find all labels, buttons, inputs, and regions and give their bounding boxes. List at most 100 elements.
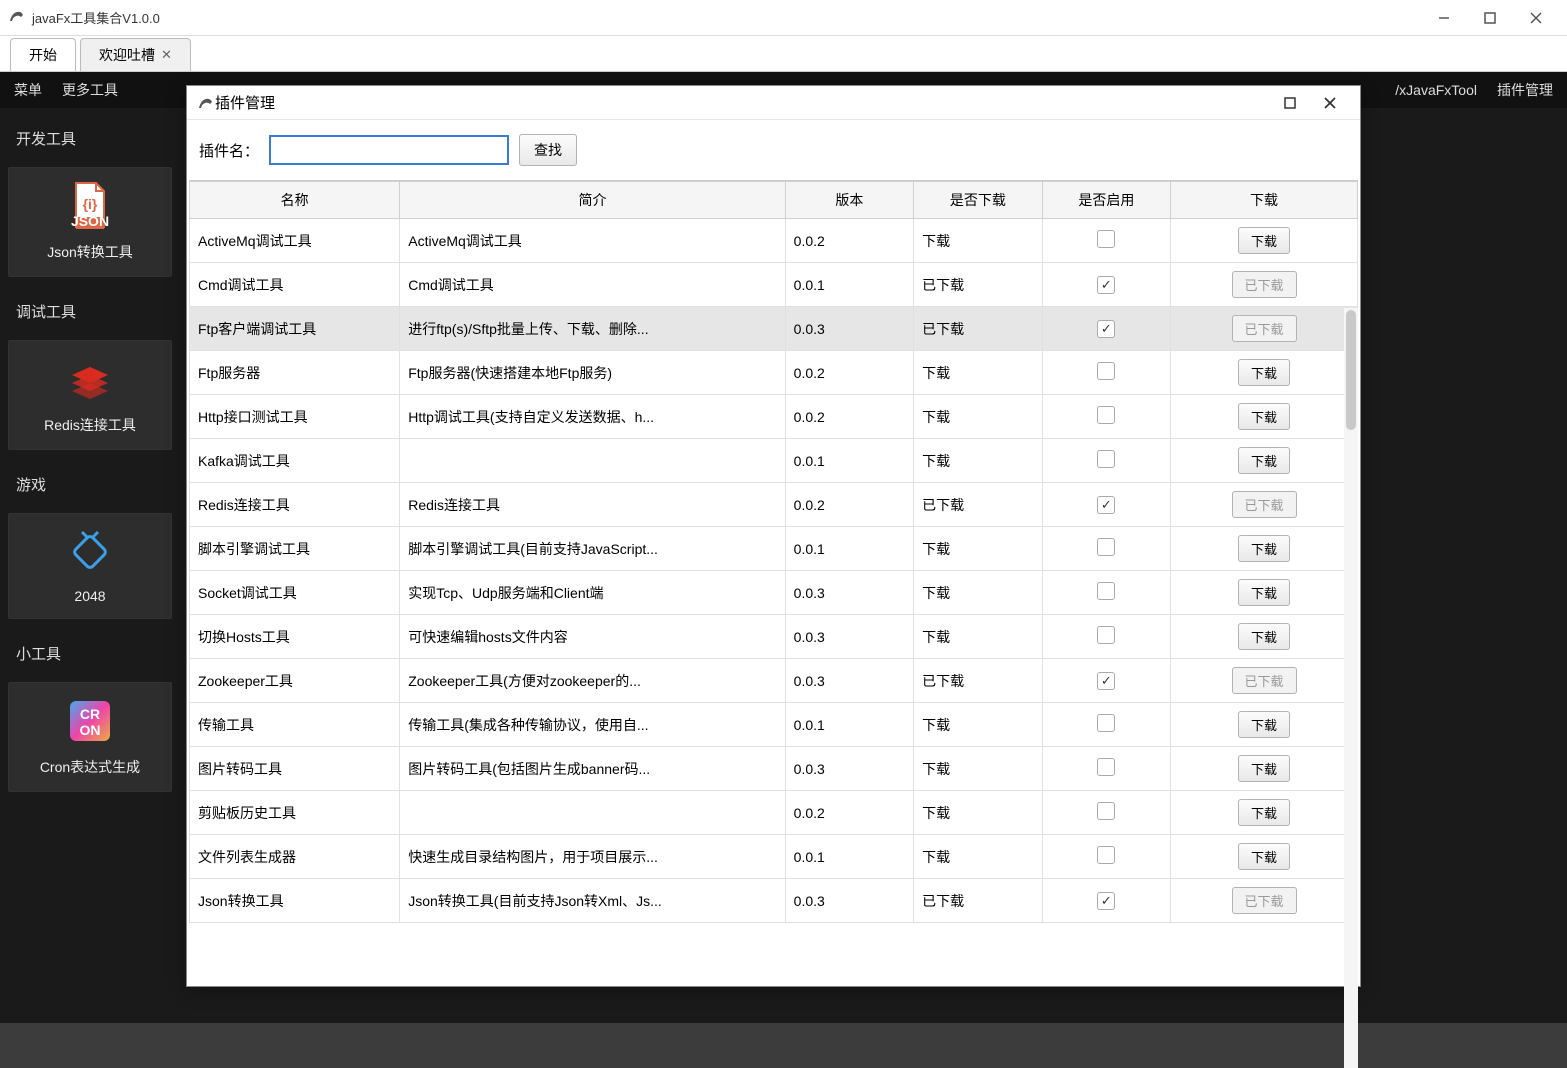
cell-version: 0.0.1	[785, 703, 913, 747]
download-button[interactable]: 下载	[1238, 447, 1290, 474]
table-row[interactable]: Kafka调试工具0.0.1下载下载	[190, 439, 1358, 483]
download-button[interactable]: 下载	[1238, 843, 1290, 870]
sidebar-tile[interactable]: {i}JSONJson转换工具	[8, 167, 172, 277]
enabled-checkbox[interactable]	[1097, 276, 1115, 294]
enabled-checkbox[interactable]	[1097, 626, 1115, 644]
enabled-checkbox[interactable]	[1097, 714, 1115, 732]
cell-version: 0.0.1	[785, 263, 913, 307]
plugin-name-input[interactable]	[269, 135, 509, 165]
cell-enabled	[1042, 703, 1170, 747]
col-header-version[interactable]: 版本	[785, 182, 913, 219]
app-icon	[8, 9, 26, 27]
table-row[interactable]: Redis连接工具Redis连接工具0.0.2已下载已下载	[190, 483, 1358, 527]
cell-action: 已下载	[1171, 483, 1358, 527]
cell-desc: 传输工具(集成各种传输协议，使用自...	[400, 703, 785, 747]
menu-item-menu[interactable]: 菜单	[14, 80, 42, 100]
cell-downloaded: 下载	[914, 571, 1042, 615]
table-row[interactable]: ActiveMq调试工具ActiveMq调试工具0.0.2下载下载	[190, 219, 1358, 263]
download-button[interactable]: 下载	[1238, 535, 1290, 562]
menubar-plugin-mgr[interactable]: 插件管理	[1497, 80, 1553, 100]
sidebar-section-title: 开发工具	[0, 118, 180, 159]
cell-action: 下载	[1171, 527, 1358, 571]
col-header-desc[interactable]: 简介	[400, 182, 785, 219]
scrollbar-track[interactable]	[1344, 308, 1358, 1068]
plugin-manager-dialog: 插件管理 插件名： 查找 名称 简介 版本 是否下载 是否启用 下载 Activ…	[186, 85, 1361, 987]
cell-desc: 快速生成目录结构图片，用于项目展示...	[400, 835, 785, 879]
enabled-checkbox[interactable]	[1097, 230, 1115, 248]
downloaded-button: 已下载	[1232, 491, 1297, 518]
table-row[interactable]: 脚本引擎调试工具脚本引擎调试工具(目前支持JavaScript...0.0.1下…	[190, 527, 1358, 571]
cell-action: 下载	[1171, 703, 1358, 747]
download-button[interactable]: 下载	[1238, 799, 1290, 826]
cell-name: Json转换工具	[190, 879, 400, 923]
plugin-table: 名称 简介 版本 是否下载 是否启用 下载 ActiveMq调试工具Active…	[189, 181, 1358, 923]
download-button[interactable]: 下载	[1238, 711, 1290, 738]
table-row[interactable]: Cmd调试工具Cmd调试工具0.0.1已下载已下载	[190, 263, 1358, 307]
enabled-checkbox[interactable]	[1097, 582, 1115, 600]
cell-action: 下载	[1171, 747, 1358, 791]
cell-action: 已下载	[1171, 659, 1358, 703]
enabled-checkbox[interactable]	[1097, 406, 1115, 424]
enabled-checkbox[interactable]	[1097, 892, 1115, 910]
tab-welcome[interactable]: 欢迎吐槽✕	[80, 38, 191, 71]
cell-action: 已下载	[1171, 307, 1358, 351]
cell-version: 0.0.3	[785, 571, 913, 615]
download-button[interactable]: 下载	[1238, 579, 1290, 606]
cell-enabled	[1042, 879, 1170, 923]
cell-enabled	[1042, 351, 1170, 395]
download-button[interactable]: 下载	[1238, 403, 1290, 430]
enabled-checkbox[interactable]	[1097, 362, 1115, 380]
col-header-downloaded[interactable]: 是否下载	[914, 182, 1042, 219]
dialog-close-button[interactable]	[1310, 89, 1350, 117]
search-button[interactable]: 查找	[519, 134, 577, 166]
col-header-name[interactable]: 名称	[190, 182, 400, 219]
table-row[interactable]: 剪贴板历史工具0.0.2下载下载	[190, 791, 1358, 835]
cell-downloaded: 下载	[914, 703, 1042, 747]
enabled-checkbox[interactable]	[1097, 758, 1115, 776]
redis-icon	[66, 355, 114, 403]
download-button[interactable]: 下载	[1238, 227, 1290, 254]
dialog-maximize-button[interactable]	[1270, 89, 1310, 117]
menu-item-more-tools[interactable]: 更多工具	[62, 80, 118, 100]
enabled-checkbox[interactable]	[1097, 846, 1115, 864]
col-header-action[interactable]: 下载	[1171, 182, 1358, 219]
download-button[interactable]: 下载	[1238, 359, 1290, 386]
table-row[interactable]: 文件列表生成器快速生成目录结构图片，用于项目展示...0.0.1下载下载	[190, 835, 1358, 879]
enabled-checkbox[interactable]	[1097, 496, 1115, 514]
cell-name: 脚本引擎调试工具	[190, 527, 400, 571]
table-row[interactable]: Zookeeper工具Zookeeper工具(方便对zookeeper的...0…	[190, 659, 1358, 703]
col-header-enabled[interactable]: 是否启用	[1042, 182, 1170, 219]
enabled-checkbox[interactable]	[1097, 672, 1115, 690]
cell-desc	[400, 439, 785, 483]
cell-name: 传输工具	[190, 703, 400, 747]
close-button[interactable]	[1513, 3, 1559, 33]
maximize-button[interactable]	[1467, 3, 1513, 33]
scrollbar-thumb[interactable]	[1346, 310, 1356, 430]
table-row[interactable]: Socket调试工具实现Tcp、Udp服务端和Client端0.0.3下载下载	[190, 571, 1358, 615]
downloaded-button: 已下载	[1232, 271, 1297, 298]
tab-start[interactable]: 开始	[10, 38, 76, 71]
sidebar-tile[interactable]: CRONCron表达式生成	[8, 682, 172, 792]
minimize-button[interactable]	[1421, 3, 1467, 33]
enabled-checkbox[interactable]	[1097, 538, 1115, 556]
enabled-checkbox[interactable]	[1097, 320, 1115, 338]
tile-label: Redis连接工具	[44, 415, 136, 435]
table-row[interactable]: 切换Hosts工具可快速编辑hosts文件内容0.0.3下载下载	[190, 615, 1358, 659]
enabled-checkbox[interactable]	[1097, 802, 1115, 820]
download-button[interactable]: 下载	[1238, 623, 1290, 650]
table-row[interactable]: Ftp客户端调试工具进行ftp(s)/Sftp批量上传、下载、删除...0.0.…	[190, 307, 1358, 351]
close-icon[interactable]: ✕	[161, 47, 172, 63]
cell-action: 下载	[1171, 791, 1358, 835]
menubar-link[interactable]: /xJavaFxTool	[1395, 82, 1477, 98]
table-row[interactable]: Json转换工具Json转换工具(目前支持Json转Xml、Js...0.0.3…	[190, 879, 1358, 923]
download-button[interactable]: 下载	[1238, 755, 1290, 782]
table-row[interactable]: Http接口测试工具Http调试工具(支持自定义发送数据、h...0.0.2下载…	[190, 395, 1358, 439]
table-row[interactable]: Ftp服务器Ftp服务器(快速搭建本地Ftp服务)0.0.2下载下载	[190, 351, 1358, 395]
sidebar-tile[interactable]: 2048	[8, 513, 172, 619]
sidebar-tile[interactable]: Redis连接工具	[8, 340, 172, 450]
cell-downloaded: 下载	[914, 351, 1042, 395]
cell-version: 0.0.2	[785, 395, 913, 439]
table-row[interactable]: 图片转码工具图片转码工具(包括图片生成banner码...0.0.3下载下载	[190, 747, 1358, 791]
table-row[interactable]: 传输工具传输工具(集成各种传输协议，使用自...0.0.1下载下载	[190, 703, 1358, 747]
enabled-checkbox[interactable]	[1097, 450, 1115, 468]
